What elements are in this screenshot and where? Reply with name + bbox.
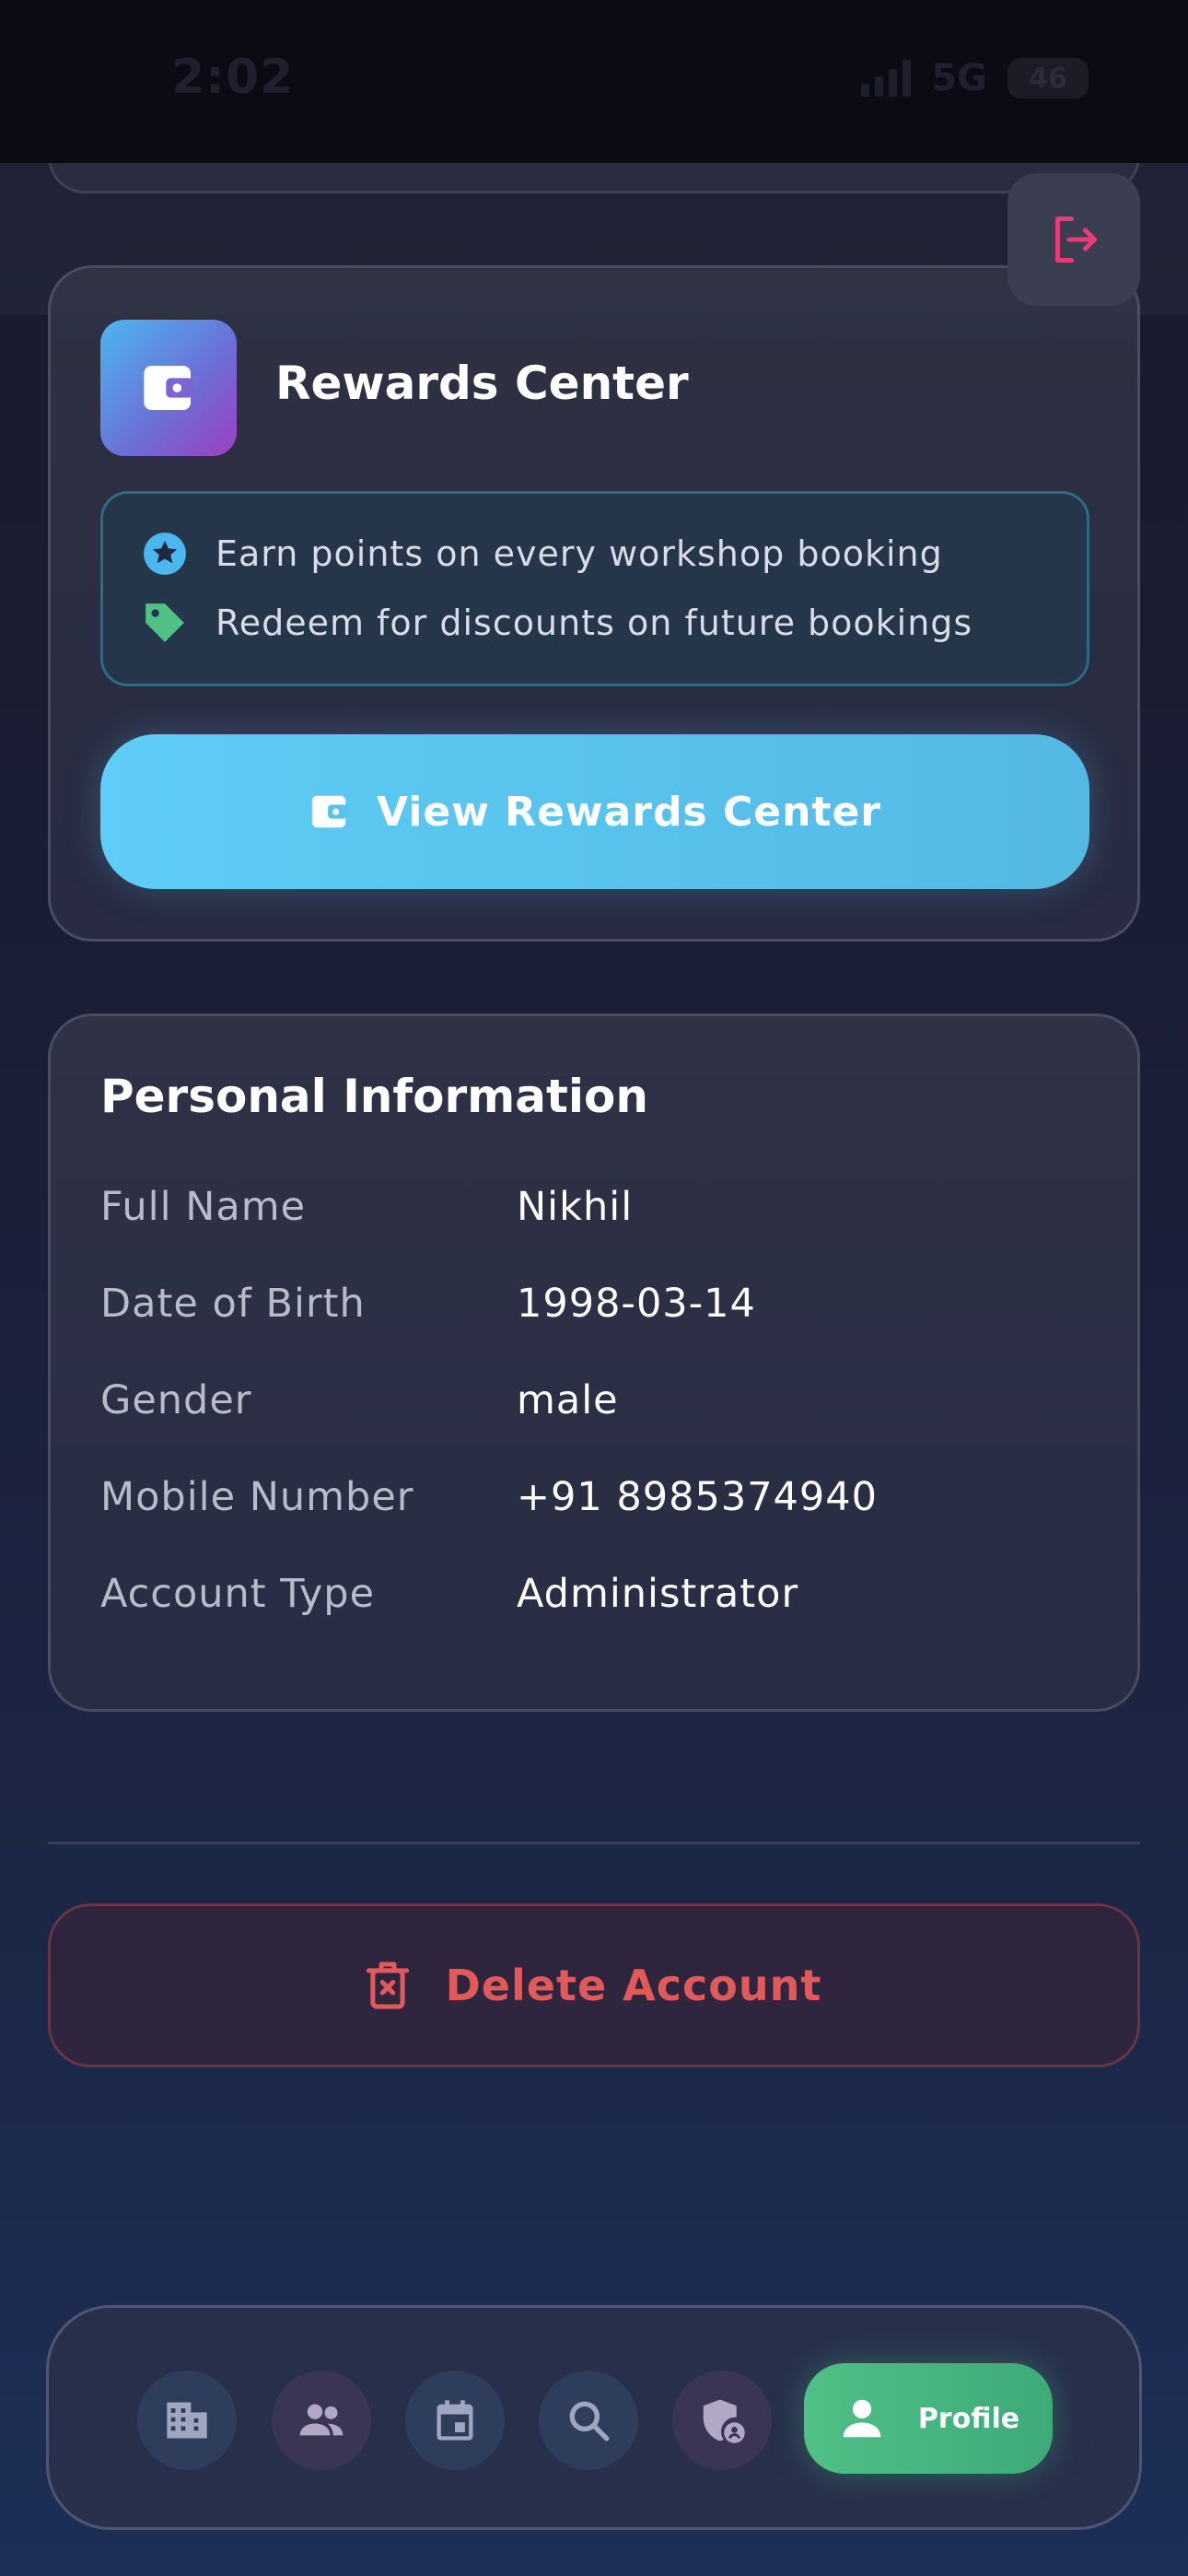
battery-icon: 46 [1007, 58, 1089, 99]
tag-icon [146, 603, 184, 642]
nav-item-profile[interactable]: Profile [804, 2363, 1053, 2474]
field-label: Account Type [100, 1571, 376, 1617]
nav-profile-label: Profile [917, 2402, 1020, 2435]
delete-account-button[interactable]: Delete Account [48, 1903, 1140, 2067]
signal-icon [861, 60, 912, 97]
status-bar: 2:02 5G 46 [0, 0, 1188, 163]
field-value: +91 8985374940 [517, 1474, 878, 1520]
admin-shield-icon [703, 2399, 745, 2443]
star-circle-icon [144, 533, 186, 575]
building-icon [167, 2402, 207, 2439]
bottom-nav: Profile [46, 2305, 1142, 2530]
person-icon [843, 2399, 881, 2438]
personal-info-title: Personal Information [100, 1070, 648, 1123]
status-time: 2:02 [171, 50, 295, 105]
people-icon [299, 2404, 344, 2436]
rewards-info-box: Earn points on every workshop booking Re… [100, 491, 1089, 686]
field-label: Gender [100, 1377, 252, 1423]
trash-icon [366, 1961, 409, 2009]
field-value: Nikhil [517, 1184, 634, 1230]
logout-button[interactable] [1007, 173, 1140, 306]
rewards-feature-text: Earn points on every workshop booking [215, 533, 943, 574]
section-divider [48, 1842, 1140, 1844]
rewards-feature-earn: Earn points on every workshop booking [142, 531, 943, 577]
rewards-card: Rewards Center Earn points on every work… [48, 265, 1140, 942]
network-type: 5G [931, 57, 987, 100]
view-rewards-button[interactable]: View Rewards Center [100, 734, 1089, 889]
calendar-icon [437, 2400, 473, 2441]
field-value: Administrator [517, 1571, 799, 1617]
view-rewards-label: View Rewards Center [377, 788, 881, 836]
rewards-feature-text: Redeem for discounts on future bookings [215, 603, 973, 643]
field-value: male [517, 1377, 619, 1423]
logout-icon [1055, 217, 1097, 263]
nav-item-admin[interactable] [672, 2371, 772, 2470]
nav-item-search[interactable] [539, 2371, 638, 2470]
nav-item-calendar[interactable] [405, 2371, 505, 2470]
field-label: Full Name [100, 1184, 307, 1230]
wallet-icon [311, 795, 348, 828]
wallet-icon [100, 320, 237, 456]
rewards-feature-redeem: Redeem for discounts on future bookings [142, 597, 973, 649]
field-label: Date of Birth [100, 1281, 366, 1327]
status-indicators: 5G 46 [861, 57, 1089, 100]
nav-item-workshops[interactable] [137, 2371, 237, 2470]
search-icon [569, 2401, 610, 2441]
nav-item-people[interactable] [272, 2371, 371, 2470]
personal-info-card: Personal Information Full Name Nikhil Da… [48, 1013, 1140, 1712]
delete-account-label: Delete Account [445, 1961, 822, 2010]
field-label: Mobile Number [100, 1474, 414, 1520]
field-value: 1998-03-14 [517, 1281, 756, 1327]
rewards-title: Rewards Center [275, 357, 689, 410]
